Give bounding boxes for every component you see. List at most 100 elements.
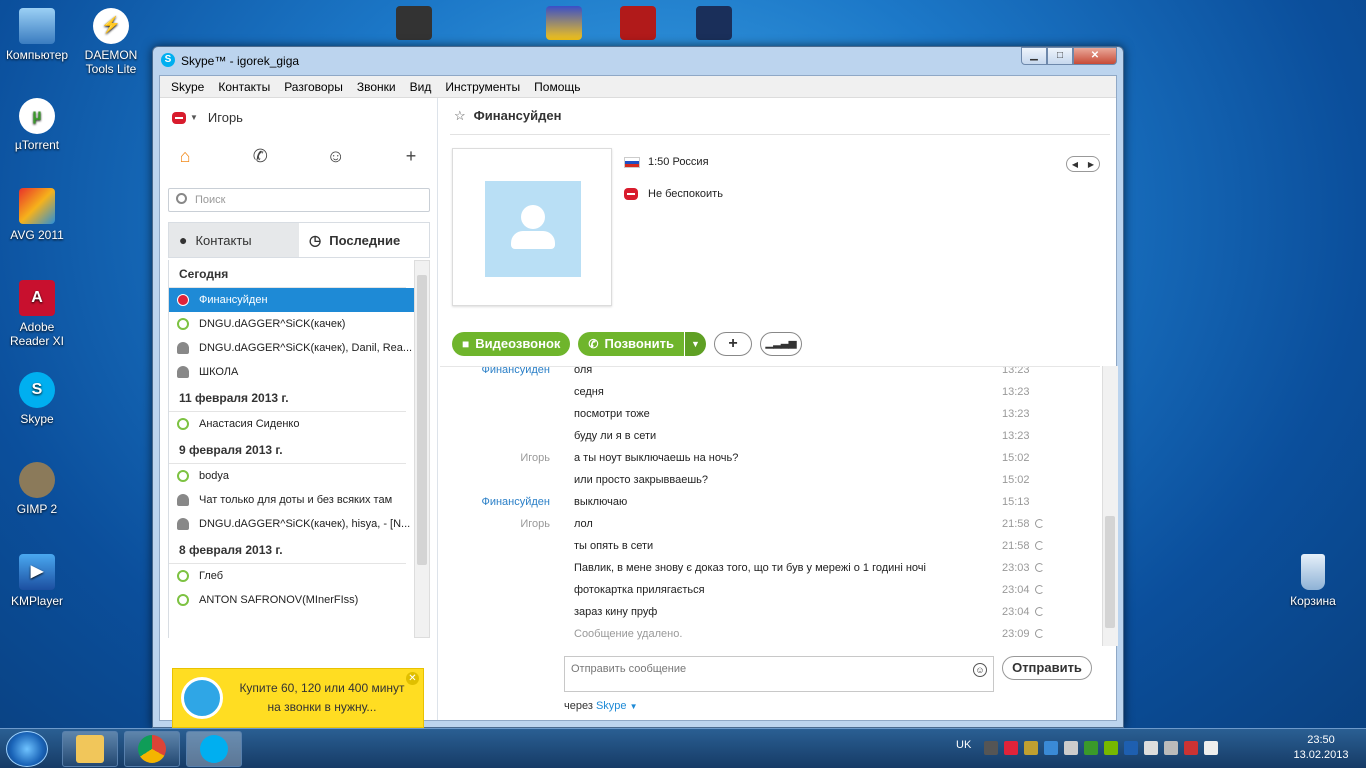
chevron-left-icon[interactable]: ◀ xyxy=(1072,160,1078,169)
clock-time: 23:50 xyxy=(1307,734,1335,746)
menu-tools[interactable]: Инструменты xyxy=(438,80,527,94)
search-icon xyxy=(176,193,187,204)
menu-skype[interactable]: Skype xyxy=(164,80,211,94)
taskbar-explorer[interactable] xyxy=(62,731,118,767)
emoticon-icon[interactable]: ☺ xyxy=(973,663,987,677)
message-text: фотокартка прилягається xyxy=(574,584,705,596)
menu-contacts[interactable]: Контакты xyxy=(211,80,277,94)
search-input[interactable]: Поиск xyxy=(168,188,430,212)
home-icon[interactable]: ⌂ xyxy=(168,146,202,167)
menu-view[interactable]: Вид xyxy=(403,80,439,94)
help-tray-icon[interactable] xyxy=(1044,741,1058,755)
title-bar[interactable]: S Skype™ - igorek_giga ▁ □ ✕ xyxy=(153,47,1123,73)
list-item[interactable]: DNGU.dAGGER^SiCK(качек) xyxy=(169,312,414,336)
utorrent-tray-icon[interactable] xyxy=(1084,741,1098,755)
minimize-button[interactable]: ▁ xyxy=(1021,47,1047,65)
steam-icon[interactable] xyxy=(396,6,432,40)
list-item[interactable]: Глеб xyxy=(169,564,414,588)
profile-nav-arrows[interactable]: ◀ ▶ xyxy=(1066,156,1100,172)
message-time: 23:09 xyxy=(1002,628,1030,640)
list-item[interactable]: ANTON SAFRONOV(MInerFIss) xyxy=(169,588,414,612)
desktop-icon-skype[interactable]: S Skype xyxy=(0,372,74,426)
desktop-icon-avg[interactable]: AVG 2011 xyxy=(0,188,74,242)
list-item[interactable]: bodya xyxy=(169,464,414,488)
dnd-status-icon[interactable] xyxy=(172,111,186,124)
skype-logo-icon: S xyxy=(161,53,175,67)
daemon-tools-icon: ⚡ xyxy=(93,8,129,44)
network-icon[interactable] xyxy=(1164,741,1178,755)
list-item[interactable]: Финансуйден xyxy=(169,288,414,312)
scrollbar-thumb[interactable] xyxy=(417,275,427,565)
call-dropdown-button[interactable]: ▼ xyxy=(684,332,707,356)
promo-text: Купите 60, 120 или 400 минут на звонки в… xyxy=(239,681,405,714)
desktop-icon-kmplayer[interactable]: ▶ KMPlayer xyxy=(0,554,74,608)
mute-icon[interactable] xyxy=(1184,741,1198,755)
game-shortcut-icon[interactable] xyxy=(546,6,582,40)
skype-tray-icon[interactable] xyxy=(1004,741,1018,755)
send-button[interactable]: Отправить xyxy=(1002,656,1092,680)
chevron-right-icon[interactable]: ▶ xyxy=(1088,160,1094,169)
sidebar-scrollbar[interactable] xyxy=(414,260,430,638)
close-icon[interactable]: ✕ xyxy=(406,672,419,685)
app-tray-icon[interactable] xyxy=(1024,741,1038,755)
pending-icon xyxy=(1035,629,1044,638)
message-row: Павлик, в мене знову є доказ того, що ти… xyxy=(440,557,1100,579)
desktop-icon-computer[interactable]: Компьютер xyxy=(0,8,74,62)
message-time: 23:04 xyxy=(1002,584,1030,596)
message-row: Игорь лол 21:58 xyxy=(440,513,1100,535)
desktop-icon-utorrent[interactable]: µ µTorrent xyxy=(0,98,74,152)
promo-banner[interactable]: Купите 60, 120 или 400 минут на звонки в… xyxy=(172,668,424,728)
user-status-row[interactable]: ▼ Игорь xyxy=(172,110,243,125)
flag-icon[interactable] xyxy=(1204,741,1218,755)
cs-icon[interactable] xyxy=(696,6,732,40)
menu-calls[interactable]: Звонки xyxy=(350,80,403,94)
speaker-icon[interactable] xyxy=(1064,741,1078,755)
avatar xyxy=(452,148,612,306)
phone-icon[interactable]: ✆ xyxy=(243,146,277,167)
taskbar-skype[interactable] xyxy=(186,731,242,767)
via-service-name[interactable]: Skype xyxy=(596,700,627,712)
chevron-down-icon[interactable]: ▼ xyxy=(190,113,198,122)
taskbar-chrome[interactable] xyxy=(124,731,180,767)
user-name[interactable]: Игорь xyxy=(208,110,243,125)
language-indicator[interactable]: UK xyxy=(956,739,971,751)
list-item[interactable]: DNGU.dAGGER^SiCK(качек), hisya, - [N... xyxy=(169,512,414,536)
online-status-icon xyxy=(177,470,189,482)
menu-conversations[interactable]: Разговоры xyxy=(277,80,350,94)
desktop-icon-gimp[interactable]: GIMP 2 xyxy=(0,462,74,516)
tab-contacts[interactable]: ● Контакты xyxy=(169,223,299,257)
bluetooth-icon[interactable] xyxy=(1124,741,1138,755)
dota-icon[interactable] xyxy=(620,6,656,40)
close-button[interactable]: ✕ xyxy=(1073,47,1117,65)
list-item[interactable]: Анастасия Сиденко xyxy=(169,412,414,436)
clock[interactable]: 23:50 13.02.2013 xyxy=(1286,733,1356,763)
desktop-icon-daemon-tools[interactable]: ⚡ DAEMON Tools Lite xyxy=(74,8,148,76)
call-toolbar: ■ Видеозвонок ✆ Позвонить ▼ + ▁▂▃▅ xyxy=(452,332,803,356)
message-text: Сообщение удалено. xyxy=(574,628,683,640)
list-item[interactable]: ШКОЛА xyxy=(169,360,414,384)
group-icon[interactable]: ☺ xyxy=(319,146,353,167)
call-quality-icon[interactable]: ▁▂▃▅ xyxy=(760,332,803,356)
tab-recent[interactable]: ◷ Последние xyxy=(299,223,429,257)
nvidia-icon[interactable] xyxy=(1104,741,1118,755)
list-item[interactable]: Чат только для доты и без всяких там xyxy=(169,488,414,512)
add-contact-icon[interactable]: + xyxy=(394,146,428,167)
menu-help[interactable]: Помощь xyxy=(527,80,587,94)
maximize-button[interactable]: □ xyxy=(1047,47,1073,65)
chevron-down-icon[interactable]: ▼ xyxy=(630,702,638,711)
list-item[interactable]: DNGU.dAGGER^SiCK(качек), Danil, Rea... xyxy=(169,336,414,360)
start-button[interactable] xyxy=(6,731,48,767)
scrollbar-thumb[interactable] xyxy=(1105,516,1115,628)
via-service[interactable]: через Skype ▼ xyxy=(564,700,638,712)
pending-icon xyxy=(1035,563,1044,572)
battery-icon[interactable] xyxy=(1144,741,1158,755)
video-call-button[interactable]: ■ Видеозвонок xyxy=(452,332,571,356)
desktop-icon-adobe-reader[interactable]: A Adobe Reader XI xyxy=(0,280,74,348)
messages-scrollbar[interactable] xyxy=(1102,366,1118,646)
steam-tray-icon[interactable] xyxy=(984,741,998,755)
call-button[interactable]: ✆ Позвонить xyxy=(578,332,685,356)
add-button[interactable]: + xyxy=(714,332,753,356)
star-icon[interactable]: ☆ xyxy=(454,108,466,123)
desktop-icon-recycle-bin[interactable]: Корзина xyxy=(1276,554,1350,608)
message-input[interactable]: Отправить сообщение ☺ xyxy=(564,656,994,692)
